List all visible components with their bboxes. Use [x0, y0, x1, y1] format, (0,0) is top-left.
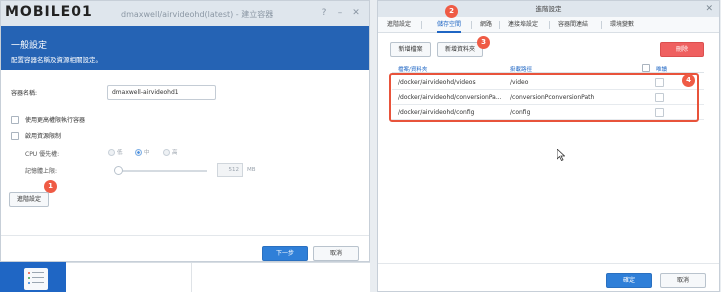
radio-icon [163, 148, 170, 156]
watermark-logo: MOBILE01 [5, 4, 93, 20]
cpu-priority-low[interactable]: 低 [108, 148, 123, 156]
window-title: dmaxwell/airvideohd(latest) - 建立容器 [121, 10, 274, 19]
radio-icon [135, 148, 142, 156]
create-container-window: MOBILE01 dmaxwell/airvideohd(latest) - 建… [0, 0, 370, 262]
next-button[interactable]: 下一步 [262, 246, 308, 261]
tab-network[interactable]: 網路 [480, 17, 492, 33]
advanced-settings-window: 進階設定 ✕ 進階設定 儲存空間 網路 連接埠設定 容器間連結 環境變數 2 新… [377, 0, 720, 292]
tab-separator [549, 21, 550, 29]
hero-banner: 一般設定 配置容器名稱及資源相關設定。 [1, 26, 369, 70]
callout-badge-3: 3 [477, 36, 490, 49]
resource-limit-label: 啟用資源限制 [25, 133, 62, 140]
tab-separator [499, 21, 500, 29]
container-name-label: 容器名稱: [11, 90, 38, 97]
footer-divider [378, 263, 719, 264]
window-title: 進階設定 [535, 5, 562, 13]
minimize-icon[interactable]: – [335, 8, 345, 18]
delete-button[interactable]: 刪除 [660, 42, 704, 57]
column-header-mount-path: 掛載路徑 [510, 67, 533, 73]
add-file-button[interactable]: 新增檔案 [390, 42, 431, 57]
cpu-priority-high[interactable]: 高 [163, 148, 178, 156]
column-header-folder: 檔案/資料夾 [398, 67, 428, 73]
hero-subtitle: 配置容器名稱及資源相關設定。 [11, 56, 102, 64]
resource-limit-checkbox[interactable] [11, 131, 19, 140]
volume-rows-highlight [389, 73, 699, 122]
cpu-high-label: 高 [172, 150, 178, 156]
tab-environment[interactable]: 環境變數 [610, 17, 634, 33]
cancel-button[interactable]: 取消 [313, 246, 359, 261]
footer-divider [1, 235, 369, 236]
tab-separator [601, 21, 602, 29]
memory-slider-handle[interactable] [114, 166, 123, 175]
tab-port-settings[interactable]: 連接埠設定 [508, 17, 538, 33]
radio-icon [108, 148, 115, 156]
tab-storage[interactable]: 儲存空間 [437, 17, 462, 33]
select-all-checkbox[interactable] [642, 64, 650, 72]
cpu-priority-label: CPU 優先權: [25, 151, 60, 158]
resource-limit-option[interactable]: 啟用資源限制 [11, 131, 61, 140]
table-header: 檔案/資料夾 掛載路徑 唯讀 [392, 64, 704, 73]
tab-bar: 進階設定 儲存空間 網路 連接埠設定 容器間連結 環境變數 [378, 17, 719, 33]
cpu-medium-label: 中 [144, 150, 150, 156]
close-icon[interactable]: ✕ [351, 8, 361, 18]
add-folder-button[interactable]: 新增資料夾 [437, 42, 483, 57]
hero-title: 一般設定 [11, 41, 48, 51]
help-icon[interactable]: ? [319, 8, 329, 18]
tab-links[interactable]: 容器間連結 [558, 17, 588, 33]
desktop-divider [191, 263, 192, 292]
callout-badge-4: 4 [682, 74, 695, 87]
privileged-checkbox[interactable] [11, 115, 19, 124]
desktop-app-tile[interactable] [0, 262, 66, 292]
app-tile-icon [24, 268, 48, 290]
tab-separator [471, 21, 472, 29]
privileged-label: 使用更高權限執行容器 [25, 117, 86, 124]
privileged-option[interactable]: 使用更高權限執行容器 [11, 115, 85, 124]
cpu-low-label: 低 [117, 150, 123, 156]
container-name-input[interactable]: dmaxwell-airvideohd1 [107, 85, 216, 100]
tab-advanced[interactable]: 進階設定 [387, 17, 411, 33]
advanced-settings-button[interactable]: 進階設定 [9, 192, 49, 207]
window-titlebar: 進階設定 ✕ [378, 1, 719, 17]
memory-limit-label: 記憶體上限: [25, 168, 58, 175]
cpu-priority-medium[interactable]: 中 [135, 148, 150, 156]
tab-separator [421, 21, 422, 29]
memory-slider-track[interactable] [115, 170, 207, 172]
window-titlebar: MOBILE01 dmaxwell/airvideohd(latest) - 建… [1, 1, 369, 26]
close-icon[interactable]: ✕ [705, 1, 713, 17]
ok-button[interactable]: 確定 [606, 273, 652, 288]
callout-badge-2: 2 [445, 5, 458, 18]
cancel-button[interactable]: 取消 [660, 273, 706, 288]
mouse-cursor-icon [557, 149, 565, 161]
column-header-readonly: 唯讀 [656, 67, 668, 73]
memory-limit-input[interactable]: 512 [217, 163, 243, 177]
memory-unit: MB [247, 167, 256, 173]
